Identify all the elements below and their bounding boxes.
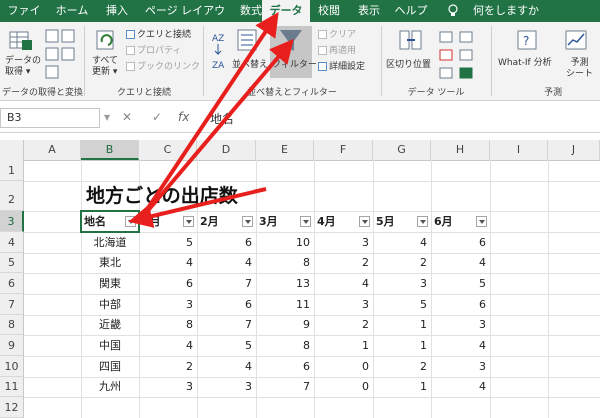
annotation-arrows: [128, 12, 294, 228]
arrow-to-filter-button: [138, 38, 294, 222]
